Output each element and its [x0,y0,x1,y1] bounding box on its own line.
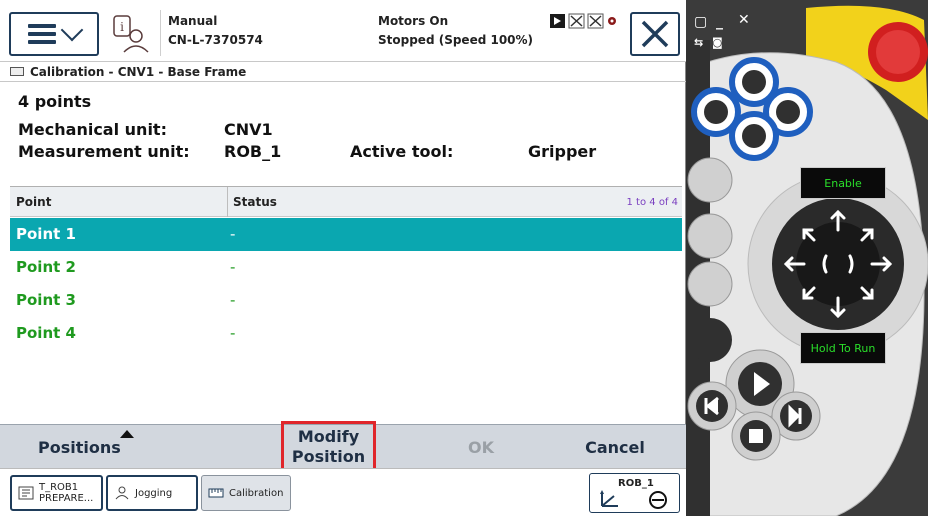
mechanical-unit-value: CNV1 [224,120,273,139]
active-tool-label: Active tool: [350,142,454,161]
task-jogging-label: Jogging [135,487,173,499]
positions-label: Positions [38,438,121,457]
taskbar: T_ROB1 PREPARE... Jogging Calibration RO… [0,468,686,516]
point-status: - [230,291,236,309]
table-row[interactable]: Point 4 - [10,317,682,350]
controller-name: CN-L-7370574 [168,33,263,47]
task1-line2: PREPARE... [39,493,94,504]
camera-icon[interactable]: ◙ [712,36,723,49]
modify-line2: Position [291,446,366,466]
quickset-jog-icon [600,490,667,509]
window-title-bar: Calibration - CNV1 - Base Frame [0,62,686,82]
flexpendant-screen: i Manual CN-L-7370574 Motors On Stopped … [0,0,686,516]
operator-info-icon[interactable]: i [112,14,150,54]
modify-position-button[interactable]: Modify Position [281,421,376,472]
command-bar: Positions Modify Position OK Cancel [0,421,686,472]
close-icon [641,20,669,48]
modify-position-label: Modify Position [292,427,365,467]
point-name: Point 1 [16,225,76,243]
restore-window-icon[interactable]: ▢ [694,14,707,30]
column-divider [227,187,228,217]
hamburger-icon [28,24,56,44]
point-status: - [230,225,236,243]
x-mark-icon [568,13,585,29]
point-status: - [230,258,236,276]
calibration-icon [208,488,224,498]
mechanical-unit-label: Mechanical unit: [18,120,167,139]
program-state: Stopped (Speed 100%) [378,33,534,47]
calibration-window-icon [10,67,24,76]
point-status: - [230,324,236,342]
task1-line1: T_ROB1 [39,482,79,493]
point-name: Point 3 [16,291,76,309]
modify-line1: Modify [297,426,360,446]
svg-text:i: i [120,20,124,34]
flexpendant-hardware-panel: ▢ _ ✕ ⇆ ◙ Enable Hold To Run [686,0,928,516]
minimize-window-icon[interactable]: _ [716,14,723,30]
operating-mode: Manual [168,14,218,28]
enable-button[interactable]: Enable [800,167,886,199]
column-header-status: Status [233,195,277,209]
header-divider [160,10,161,56]
positions-button[interactable]: Positions [38,438,128,458]
task-calibration-label: Calibration [229,487,284,499]
table-row[interactable]: Point 3 - [10,284,682,317]
row-range-indicator: 1 to 4 of 4 [626,197,678,208]
point-name: Point 4 [16,324,76,342]
quickset-button[interactable]: ROB_1 [589,473,680,513]
measurement-unit-value: ROB_1 [224,142,282,161]
task-program-editor[interactable]: T_ROB1 PREPARE... [10,475,103,511]
program-editor-icon [18,486,34,500]
active-tool-value: Gripper [528,142,597,161]
points-table: Point Status 1 to 4 of 4 Point 1 - Point… [10,186,682,424]
table-row[interactable]: Point 1 - [10,218,682,251]
motors-status: Motors On [378,14,449,28]
ok-button[interactable]: OK [456,438,506,458]
measurement-unit-label: Measurement unit: [18,142,190,161]
close-button[interactable] [630,12,680,56]
header-bar: i Manual CN-L-7370574 Motors On Stopped … [0,0,686,62]
table-header: Point Status 1 to 4 of 4 [10,187,682,217]
window-title: Calibration - CNV1 - Base Frame [30,64,247,79]
status-tray [549,13,618,29]
jogging-icon [115,486,129,500]
close-window-icon[interactable]: ✕ [738,12,750,28]
program-icon [550,14,565,28]
cancel-button[interactable]: Cancel [575,438,655,458]
task-jogging[interactable]: Jogging [106,475,198,511]
gear-icon [608,17,616,25]
hold-to-run-button[interactable]: Hold To Run [800,332,886,364]
column-header-point: Point [16,195,52,209]
table-row[interactable]: Point 2 - [10,251,682,284]
task-calibration[interactable]: Calibration [201,475,291,511]
calibration-info: 4 points Mechanical unit: CNV1 Measureme… [18,92,678,172]
point-name: Point 2 [16,258,76,276]
rotate-icon[interactable]: ⇆ [694,36,703,49]
chevron-down-icon [60,18,84,42]
main-menu-button[interactable] [9,12,99,56]
pendant-body [686,5,928,516]
x-mark-icon-2 [587,13,604,29]
points-count: 4 points [18,92,92,111]
caret-up-icon [120,430,134,438]
